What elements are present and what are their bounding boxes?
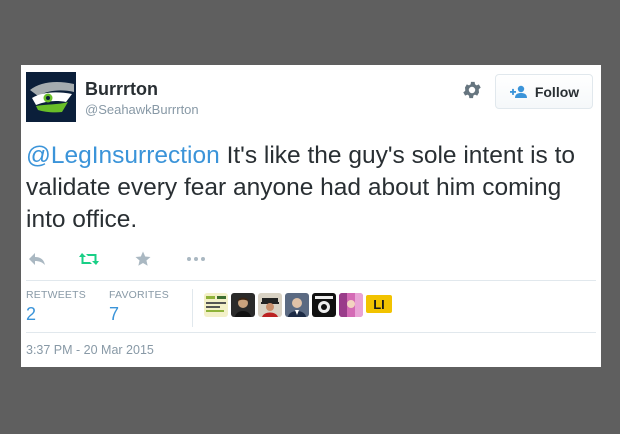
divider-bottom	[26, 332, 596, 333]
favorites-stat[interactable]: FAVORITES 7	[109, 289, 169, 325]
retweets-stat[interactable]: RETWEETS 2	[26, 289, 86, 325]
favorites-count: 7	[109, 304, 120, 324]
retweet-icon[interactable]	[78, 248, 100, 270]
tweet-text: @LegInsurrection It's like the guy's sol…	[26, 140, 591, 236]
favoriter-avatar[interactable]	[204, 293, 228, 317]
follow-button-label: Follow	[534, 83, 580, 100]
follow-button[interactable]: Follow	[495, 74, 593, 109]
favoriters-avatars: LI	[204, 293, 392, 317]
author-handle[interactable]: @SeahawkBurrrton	[85, 102, 199, 118]
gear-icon[interactable]	[461, 79, 483, 101]
reply-arrow-icon[interactable]	[28, 248, 46, 270]
mention-link[interactable]: @LegInsurrection	[26, 142, 220, 169]
favoriter-badge[interactable]: LI	[366, 293, 392, 317]
tweet-timestamp[interactable]: 3:37 PM - 20 Mar 2015	[26, 343, 154, 357]
favoriter-avatar[interactable]	[231, 293, 255, 317]
favorites-label: FAVORITES	[109, 289, 169, 301]
tweet-actions	[26, 248, 226, 270]
stats-separator	[192, 289, 193, 327]
divider-top	[26, 280, 596, 281]
favoriter-avatar[interactable]	[285, 293, 309, 317]
retweets-count: 2	[26, 304, 37, 324]
favoriter-avatar[interactable]	[312, 293, 336, 317]
author-display-name[interactable]: Burrrton	[85, 79, 158, 99]
favoriter-badge-text: LI	[373, 297, 385, 312]
tweet-card: Burrrton @SeahawkBurrrton Follow @LegIns…	[21, 65, 601, 367]
star-icon[interactable]	[134, 248, 152, 270]
add-user-icon	[509, 85, 527, 98]
favoriter-avatar[interactable]	[339, 293, 363, 317]
retweets-label: RETWEETS	[26, 289, 86, 301]
ellipsis-icon[interactable]	[186, 248, 206, 270]
favoriter-avatar[interactable]	[258, 293, 282, 317]
author-avatar[interactable]	[26, 72, 76, 122]
tweet-stats: RETWEETS 2 FAVORITES 7 LI	[26, 289, 596, 333]
seahawk-logo-icon	[26, 72, 76, 122]
